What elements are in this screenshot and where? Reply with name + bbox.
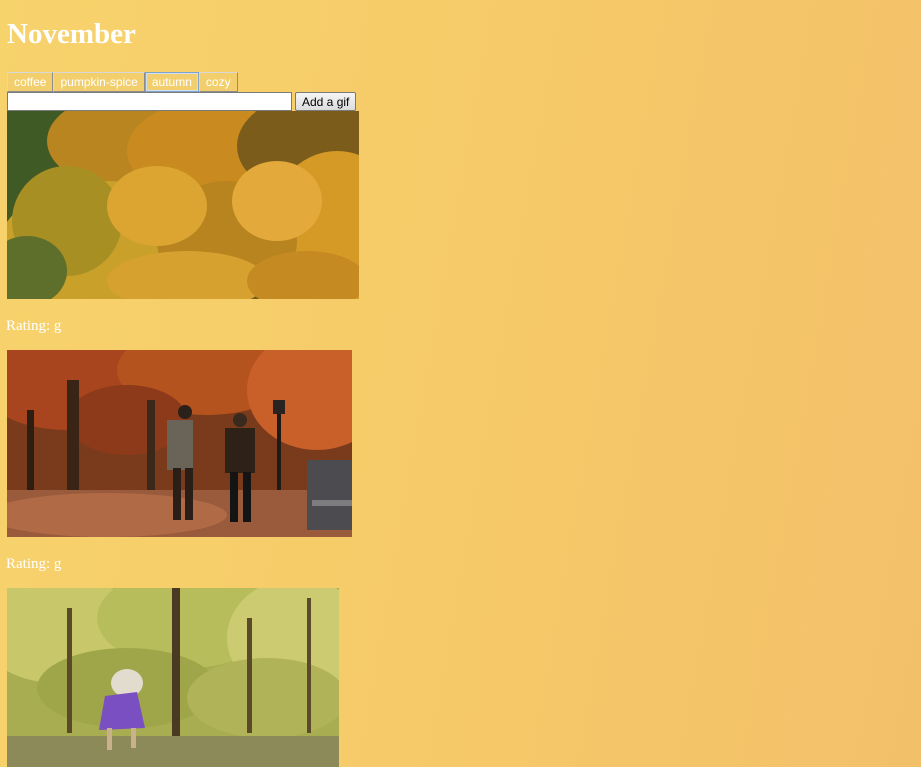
gif-image-park-walk-art	[7, 350, 352, 537]
gif-rating-2: Rating: g	[6, 556, 62, 572]
gif-image-woods-figure[interactable]	[7, 588, 339, 767]
page-title: November	[7, 18, 136, 50]
tag-button-bar: coffee pumpkin-spice autumn cozy	[7, 72, 238, 92]
add-gif-form: Add a gif	[7, 92, 357, 111]
tag-button-coffee[interactable]: coffee	[7, 72, 54, 92]
gif-search-input[interactable]	[7, 92, 292, 111]
gif-rating-1: Rating: g	[6, 318, 62, 334]
tag-button-cozy[interactable]: cozy	[198, 72, 238, 92]
gif-image-autumn-forest-art	[7, 111, 359, 299]
tag-button-pumpkin-spice[interactable]: pumpkin-spice	[53, 72, 145, 92]
tag-button-autumn[interactable]: autumn	[144, 72, 199, 92]
gif-image-woods-figure-art	[7, 588, 339, 767]
gif-image-autumn-forest[interactable]	[7, 111, 359, 299]
add-gif-button[interactable]: Add a gif	[295, 92, 357, 111]
gif-image-park-walk[interactable]	[7, 350, 352, 537]
